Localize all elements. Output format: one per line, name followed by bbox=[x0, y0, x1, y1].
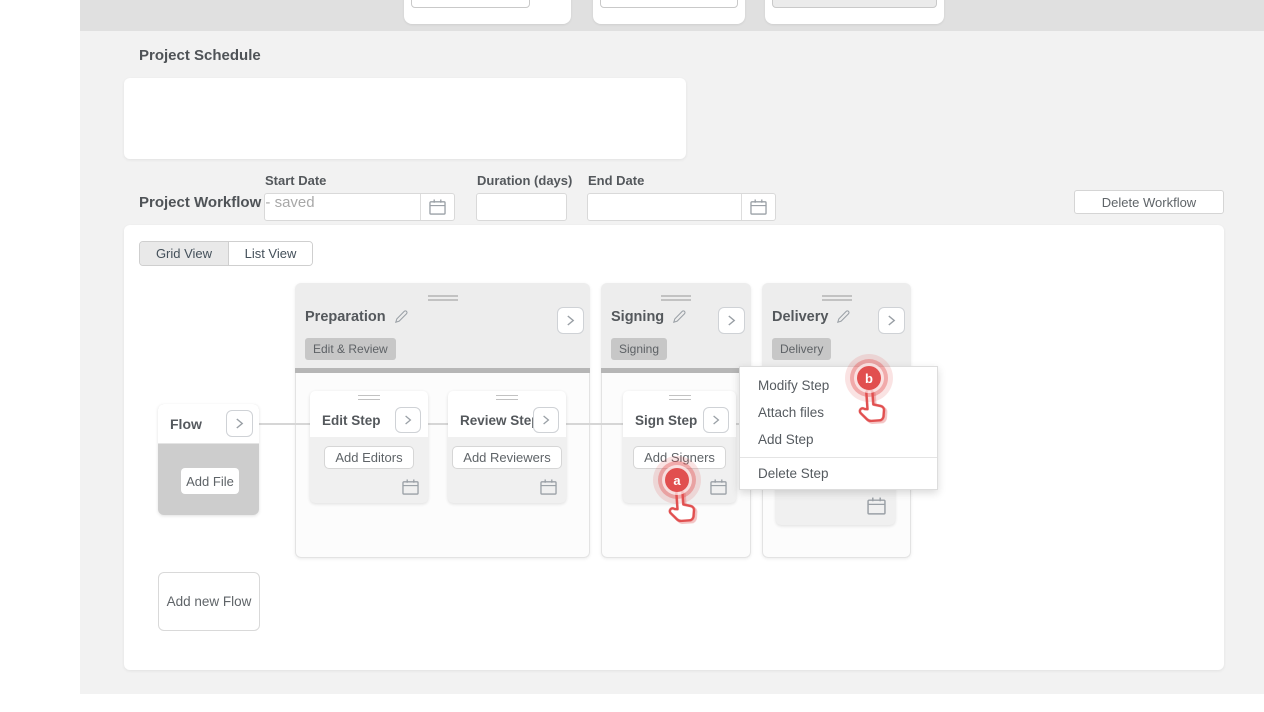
step-review-expand-button[interactable] bbox=[533, 407, 559, 433]
column-preparation-title: Preparation bbox=[305, 309, 386, 325]
tab-grid-view[interactable]: Grid View bbox=[140, 242, 229, 265]
top-band bbox=[80, 0, 1264, 31]
workflow-saved-status: - saved bbox=[265, 194, 314, 211]
drag-handle-icon[interactable] bbox=[496, 395, 518, 400]
delete-workflow-button[interactable]: Delete Workflow bbox=[1074, 190, 1224, 214]
menu-item-modify-step[interactable]: Modify Step bbox=[740, 372, 937, 399]
top-card-2-input[interactable] bbox=[600, 0, 738, 8]
column-delivery-badge: Delivery bbox=[772, 338, 831, 360]
connector-flow-edit bbox=[259, 423, 310, 425]
workflow-title-row: Project Workflow - saved bbox=[139, 194, 315, 211]
column-delivery-header[interactable]: Delivery Delivery bbox=[762, 283, 911, 368]
add-file-button[interactable]: Add File bbox=[181, 468, 239, 494]
edit-pencil-icon[interactable] bbox=[671, 309, 687, 325]
connector-review-sign bbox=[566, 423, 623, 425]
menu-item-attach-files[interactable]: Attach files bbox=[740, 399, 937, 426]
calendar-icon[interactable] bbox=[540, 479, 557, 495]
top-card-2 bbox=[593, 0, 745, 24]
duration-label: Duration (days) bbox=[477, 173, 572, 188]
top-card-3-input[interactable] bbox=[772, 0, 937, 8]
flow-expand-button[interactable] bbox=[226, 410, 253, 437]
drag-handle-icon[interactable] bbox=[358, 395, 380, 400]
column-signing-header[interactable]: Signing Signing bbox=[601, 283, 751, 368]
step-edit-expand-button[interactable] bbox=[395, 407, 421, 433]
step-sign-expand-button[interactable] bbox=[703, 407, 729, 433]
end-date-input[interactable]: End Date bbox=[587, 193, 776, 221]
duration-input[interactable]: Duration (days) bbox=[476, 193, 567, 221]
chevron-right-icon bbox=[542, 414, 550, 426]
page: Project Schedule Start Date Duration (da… bbox=[0, 0, 1264, 712]
view-tabs: Grid View List View bbox=[139, 241, 313, 266]
drag-handle-icon[interactable] bbox=[822, 295, 852, 301]
column-preparation-header[interactable]: Preparation Edit & Review bbox=[295, 283, 590, 368]
chevron-right-icon bbox=[566, 314, 575, 327]
step-edit-title: Edit Step bbox=[322, 413, 381, 428]
edit-pencil-icon[interactable] bbox=[393, 309, 409, 325]
chevron-right-icon bbox=[712, 414, 720, 426]
step-sign-title: Sign Step bbox=[635, 413, 697, 428]
start-date-calendar-button[interactable] bbox=[420, 194, 454, 220]
calendar-icon[interactable] bbox=[402, 479, 419, 495]
step-review[interactable]: Review Step Add Reviewers bbox=[448, 391, 566, 503]
drag-handle-icon[interactable] bbox=[669, 395, 691, 400]
add-reviewers-button[interactable]: Add Reviewers bbox=[452, 446, 561, 469]
annotation-marker-b: b bbox=[857, 366, 881, 390]
step-context-menu: Modify Step Attach files Add Step Delete… bbox=[739, 366, 938, 490]
menu-item-delete-step[interactable]: Delete Step bbox=[740, 458, 937, 489]
start-date-label: Start Date bbox=[265, 173, 326, 188]
chevron-right-icon bbox=[887, 314, 896, 327]
column-preparation-expand-button[interactable] bbox=[557, 307, 584, 334]
column-preparation-badge: Edit & Review bbox=[305, 338, 396, 360]
tab-list-view[interactable]: List View bbox=[229, 242, 312, 265]
drag-handle-icon[interactable] bbox=[428, 295, 458, 301]
menu-item-add-step[interactable]: Add Step bbox=[740, 426, 937, 453]
column-signing-expand-button[interactable] bbox=[718, 307, 745, 334]
calendar-icon[interactable] bbox=[710, 479, 727, 495]
column-delivery-title: Delivery bbox=[772, 309, 828, 325]
end-date-label: End Date bbox=[588, 173, 644, 188]
end-date-calendar-button[interactable] bbox=[741, 194, 775, 220]
end-date-field[interactable] bbox=[588, 194, 741, 220]
flow-title: Flow bbox=[170, 416, 202, 432]
connector-edit-review bbox=[428, 423, 448, 425]
chevron-right-icon bbox=[404, 414, 412, 426]
calendar-icon bbox=[750, 199, 767, 215]
step-review-title: Review Step bbox=[460, 413, 540, 428]
chevron-right-icon bbox=[727, 314, 736, 327]
schedule-card: Start Date Duration (days) End Date bbox=[124, 78, 686, 159]
top-card-1-input[interactable] bbox=[411, 0, 530, 8]
add-editors-button[interactable]: Add Editors bbox=[324, 446, 413, 469]
schedule-title: Project Schedule bbox=[139, 47, 261, 64]
annotation-marker-a: a bbox=[665, 468, 689, 492]
drag-handle-icon[interactable] bbox=[661, 295, 691, 301]
column-delivery-expand-button[interactable] bbox=[878, 307, 905, 334]
top-card-1 bbox=[404, 0, 571, 24]
column-signing-title: Signing bbox=[611, 309, 664, 325]
workflow-title: Project Workflow bbox=[139, 194, 261, 211]
calendar-icon[interactable] bbox=[867, 497, 886, 515]
duration-field[interactable] bbox=[477, 194, 566, 220]
add-signers-button[interactable]: Add Signers bbox=[633, 446, 726, 469]
calendar-icon bbox=[429, 199, 446, 215]
column-signing-badge: Signing bbox=[611, 338, 667, 360]
step-edit[interactable]: Edit Step Add Editors bbox=[310, 391, 428, 503]
edit-pencil-icon[interactable] bbox=[835, 309, 851, 325]
top-card-3 bbox=[765, 0, 944, 24]
add-new-flow-button[interactable]: Add new Flow bbox=[158, 572, 260, 631]
flow-card[interactable]: Flow Add File bbox=[158, 404, 259, 515]
chevron-right-icon bbox=[235, 417, 244, 430]
